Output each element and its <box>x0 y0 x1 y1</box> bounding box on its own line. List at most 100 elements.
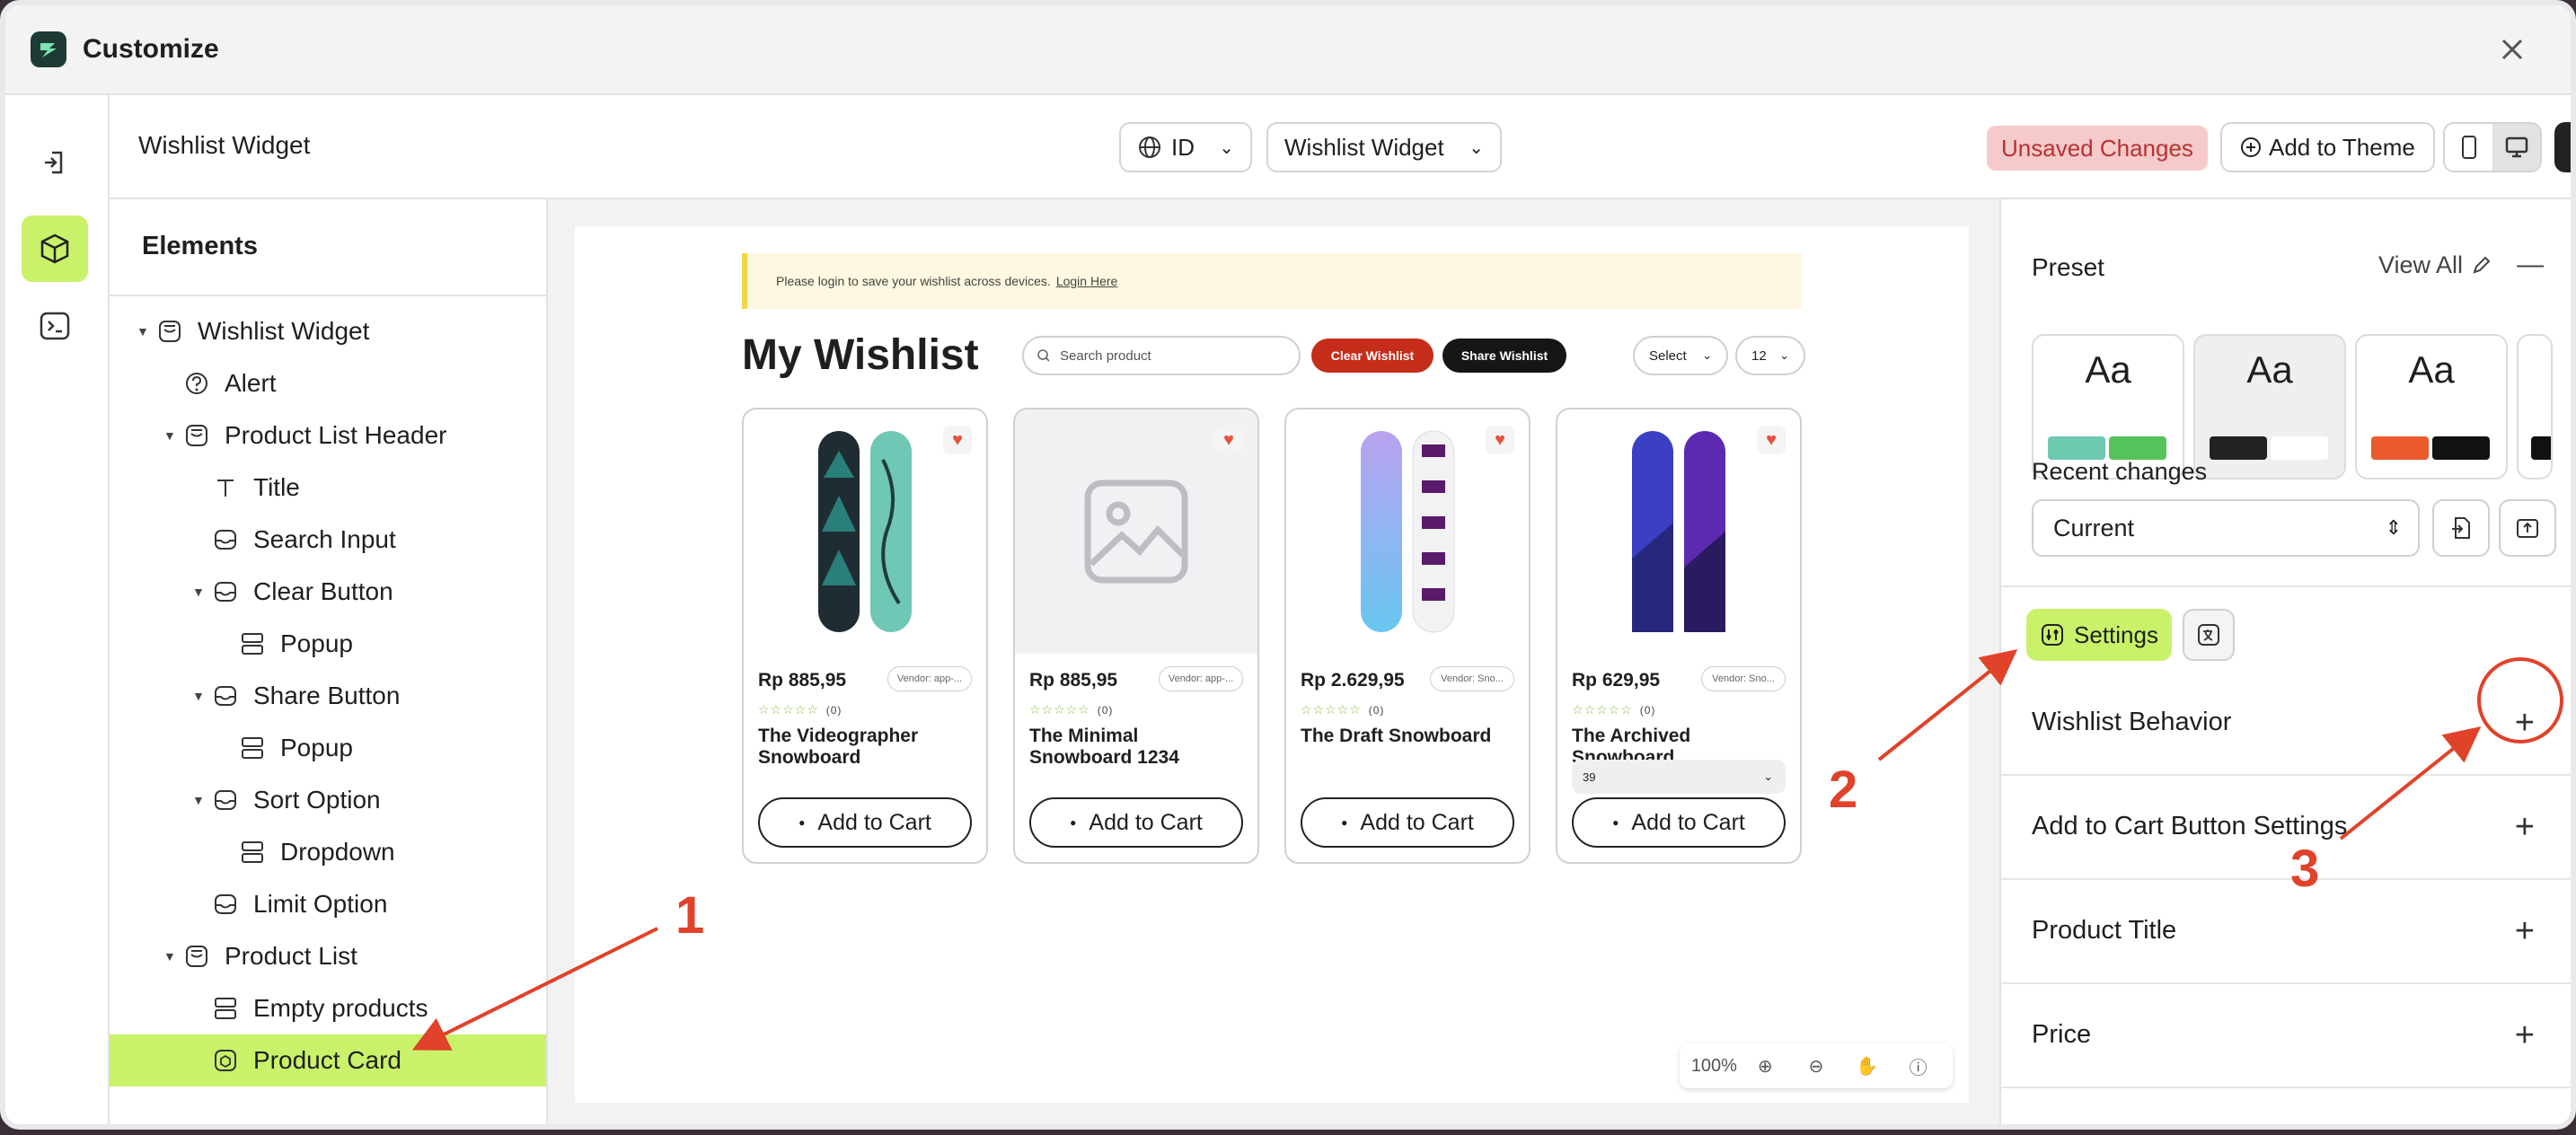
elements-heading: Elements <box>110 199 546 296</box>
mobile-icon[interactable] <box>2445 124 2492 171</box>
wishlist-heart-icon[interactable]: ♥ <box>943 426 972 454</box>
tree-item-label: Limit Option <box>253 890 388 918</box>
terminal-icon[interactable] <box>22 293 88 359</box>
wishlist-heart-icon[interactable]: ♥ <box>1757 426 1786 454</box>
hand-pan-icon[interactable]: ✋ <box>1841 1055 1892 1078</box>
caret-down-icon[interactable]: ▼ <box>137 324 154 339</box>
import-icon[interactable] <box>2432 499 2490 557</box>
add-to-cart-button[interactable]: ● Add to Cart <box>758 797 972 848</box>
device-toggle <box>2443 122 2542 172</box>
product-card[interactable]: ♥ Rp 885,95 Vendor: app-... ☆☆☆☆☆ (0) The… <box>742 408 988 864</box>
tree-item[interactable]: Dropdown <box>110 826 546 878</box>
inbox-icon <box>210 785 241 815</box>
caret-down-icon[interactable]: ▼ <box>192 585 210 599</box>
vendor-badge: Vendor: Sno... <box>1430 666 1514 691</box>
sort-select[interactable]: Select ⌄ <box>1633 336 1728 375</box>
annotation-number: 2 <box>1829 761 1858 819</box>
tree-item[interactable]: ▼ Wishlist Widget <box>110 305 546 357</box>
tree-item[interactable]: Alert <box>110 357 546 409</box>
expand-plus-icon[interactable]: + <box>2515 704 2535 743</box>
limit-select[interactable]: 12 ⌄ <box>1735 336 1805 375</box>
add-to-cart-button[interactable]: ● Add to Cart <box>1029 797 1243 848</box>
tree-item-label: Search Input <box>253 525 396 553</box>
caret-down-icon[interactable]: ▼ <box>192 689 210 703</box>
app-title: Customize <box>83 34 219 64</box>
save-button[interactable]: Save <box>2554 122 2571 172</box>
add-to-cart-button[interactable]: ● Add to Cart <box>1301 797 1514 848</box>
tree-item[interactable]: ▼ Product List <box>110 930 546 982</box>
tree-item-label: Alert <box>225 369 277 397</box>
product-title[interactable]: The Minimal Snowboard 1234 <box>1029 726 1243 769</box>
login-link[interactable]: Login Here <box>1056 274 1118 288</box>
section-add-to-cart-settings[interactable]: Add to Cart Button Settings + <box>2001 776 2571 880</box>
clear-wishlist-button[interactable]: Clear Wishlist <box>1311 339 1434 373</box>
exit-icon[interactable] <box>22 129 88 196</box>
tree-item[interactable]: Product Card <box>110 1034 546 1087</box>
section-price[interactable]: Price + <box>2001 984 2571 1088</box>
page-title: Wishlist Widget <box>138 131 311 159</box>
template-select[interactable]: Wishlist Widget ⌄ <box>1266 122 1502 172</box>
export-icon[interactable] <box>2499 499 2556 557</box>
view-all-link[interactable]: View All — <box>2378 250 2544 280</box>
zoom-in-icon[interactable]: ⊕ <box>1740 1055 1791 1078</box>
tree-item[interactable]: Search Input <box>110 514 546 566</box>
template-value: Wishlist Widget <box>1284 133 1444 161</box>
tree-item[interactable]: Limit Option <box>110 878 546 930</box>
help-icon[interactable]: ⓘ <box>1892 1053 1944 1079</box>
tree-item[interactable]: ▼ Clear Button <box>110 566 546 618</box>
section-product-title[interactable]: Product Title + <box>2001 880 2571 984</box>
preset-swatch[interactable] <box>2517 334 2553 480</box>
wishlist-heart-icon[interactable]: ♥ <box>1486 426 1514 454</box>
search-input[interactable]: Search product <box>1022 336 1301 375</box>
preset-swatch[interactable]: Aa <box>2193 334 2346 480</box>
product-price: Rp 885,95 <box>758 670 847 691</box>
product-price: Rp 885,95 <box>1029 670 1118 691</box>
add-to-cart-button[interactable]: ● Add to Cart <box>1572 797 1786 848</box>
tree-item[interactable]: Empty products <box>110 982 546 1034</box>
tree-item[interactable]: ▼ Product List Header <box>110 409 546 462</box>
collapse-icon[interactable]: — <box>2517 250 2544 280</box>
tab-settings[interactable]: Settings <box>2026 609 2172 661</box>
expand-plus-icon[interactable]: + <box>2515 912 2535 951</box>
customizer-window: Customize Wishlist Widget ID ⌄ Wishlist … <box>0 0 2576 1130</box>
elements-cube-icon[interactable] <box>22 216 88 282</box>
preset-swatch[interactable]: Aa <box>2355 334 2508 480</box>
language-value: ID <box>1171 133 1195 161</box>
product-title[interactable]: The Videographer Snowboard <box>758 726 972 769</box>
tree-item[interactable]: Popup <box>110 618 546 670</box>
tree-item[interactable]: Popup <box>110 722 546 774</box>
tree-item-label: Popup <box>280 629 353 657</box>
tab-translate[interactable] <box>2183 609 2235 661</box>
expand-plus-icon[interactable]: + <box>2515 1016 2535 1055</box>
share-wishlist-button[interactable]: Share Wishlist <box>1442 339 1566 373</box>
inbox-icon <box>210 681 241 711</box>
globe-icon <box>1139 136 1160 158</box>
section-wishlist-behavior[interactable]: Wishlist Behavior + <box>2001 672 2571 776</box>
recent-changes-select[interactable]: Current ⇕ <box>2032 499 2420 557</box>
section-title: Add to Cart Button Settings <box>2032 812 2348 840</box>
caret-down-icon[interactable]: ▼ <box>192 793 210 807</box>
add-to-theme-button[interactable]: Add to Theme <box>2220 122 2435 172</box>
variant-select[interactable]: 39 ⌄ <box>1572 760 1786 794</box>
product-title[interactable]: The Draft Snowboard <box>1301 726 1514 747</box>
product-card[interactable]: ♥ Rp 629,95 Vendor: Sno... ☆☆☆☆☆ (0) The … <box>1556 408 1802 864</box>
close-icon[interactable] <box>2495 32 2529 66</box>
expand-plus-icon[interactable]: + <box>2515 808 2535 847</box>
tree-item[interactable]: Title <box>110 462 546 514</box>
widget-icon <box>181 941 212 972</box>
zoom-out-icon[interactable]: ⊖ <box>1791 1055 1842 1078</box>
tree-item[interactable]: ▼ Sort Option <box>110 774 546 826</box>
cart-icon: ● <box>798 816 806 829</box>
caret-down-icon[interactable]: ▼ <box>163 949 181 963</box>
tree-item[interactable]: ▼ Share Button <box>110 670 546 722</box>
app-logo <box>31 31 66 67</box>
product-card[interactable]: ♥ Rp 885,95 Vendor: app-... ☆☆☆☆☆ (0) The… <box>1013 408 1259 864</box>
rating-stars: ☆☆☆☆☆ (0) <box>1572 702 1656 717</box>
language-select[interactable]: ID ⌄ <box>1119 122 1252 172</box>
wishlist-heart-icon[interactable]: ♥ <box>1214 426 1243 454</box>
desktop-icon[interactable] <box>2492 124 2540 171</box>
caret-down-icon[interactable]: ▼ <box>163 428 181 443</box>
inbox-icon <box>210 576 241 607</box>
limit-value: 12 <box>1751 348 1767 364</box>
product-card[interactable]: ♥ Rp 2.629,95 Vendor: Sno... ☆☆☆☆☆ (0) Th… <box>1284 408 1531 864</box>
